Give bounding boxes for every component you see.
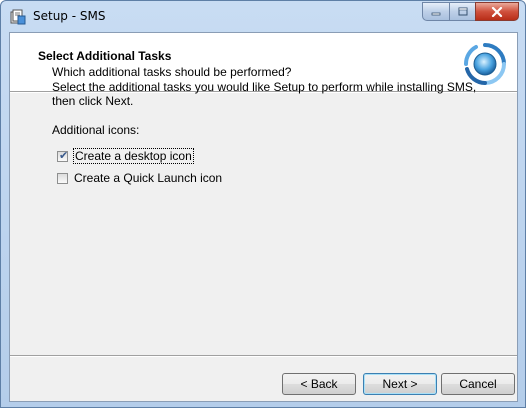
quick-launch-label[interactable]: Create a Quick Launch icon [74, 171, 222, 185]
desktop-icon-checkbox[interactable]: ✔ Create a desktop icon [57, 148, 194, 164]
title-bar[interactable]: Setup - SMS [1, 1, 525, 32]
checkmark-icon: ✔ [59, 149, 69, 162]
task-description: Select the additional tasks you would li… [52, 80, 477, 108]
caption-buttons [422, 2, 519, 22]
page-subtitle: Which additional tasks should be perform… [52, 65, 292, 79]
next-button[interactable]: Next > [363, 373, 437, 395]
minimize-button[interactable] [422, 2, 449, 21]
setup-app-icon [10, 9, 26, 25]
dialog-client-area: Select Additional Tasks Which additional… [9, 32, 518, 402]
footer-separator [10, 355, 517, 357]
window-title: Setup - SMS [33, 9, 106, 23]
close-icon [491, 6, 503, 17]
quick-launch-checkbox[interactable]: Create a Quick Launch icon [57, 171, 222, 185]
close-button[interactable] [475, 2, 519, 21]
page-title: Select Additional Tasks [38, 49, 172, 63]
checkbox-unchecked[interactable] [57, 172, 68, 184]
back-button[interactable]: < Back [282, 373, 356, 395]
desktop-icon-label[interactable]: Create a desktop icon [73, 148, 194, 164]
setup-window: Setup - SMS Select Additional Tasks Whic… [0, 0, 526, 408]
additional-icons-label: Additional icons: [52, 123, 140, 137]
cancel-button[interactable]: Cancel [441, 373, 515, 395]
checkbox-checked[interactable]: ✔ [57, 149, 69, 162]
maximize-button[interactable] [449, 2, 475, 21]
maximize-icon [458, 7, 467, 16]
minimize-icon [431, 12, 441, 15]
